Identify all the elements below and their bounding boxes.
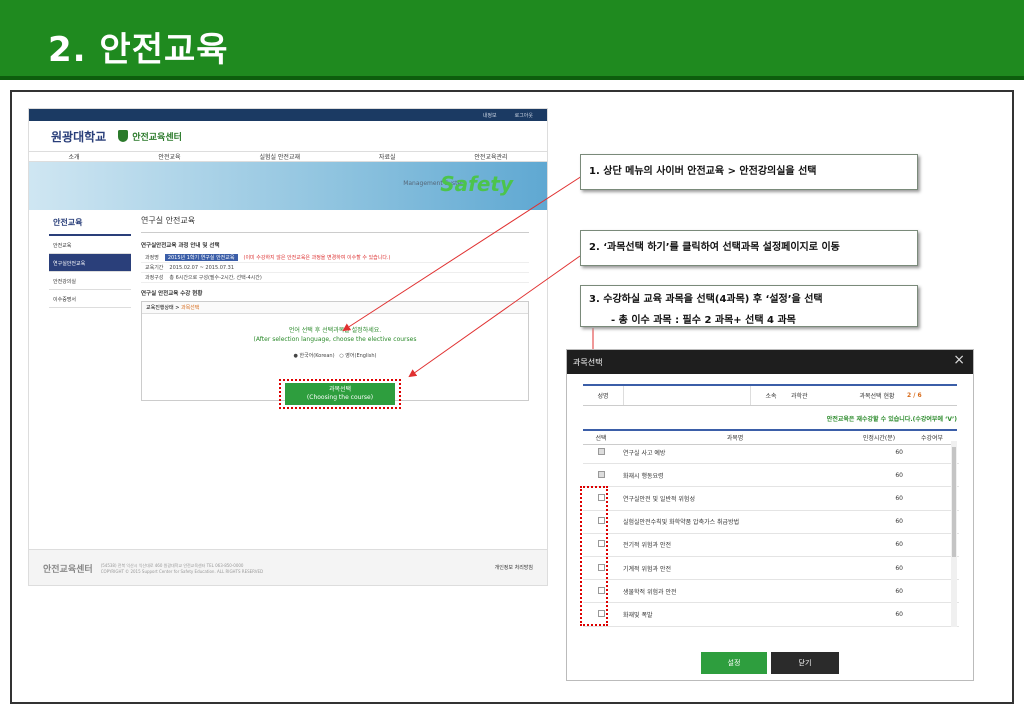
course-time: 60 [895,518,903,526]
course-table-body: 연구실 사고 예방 60 화재시 행동요령 60 연구실안전 및 일반적 위험성… [583,441,959,627]
modal-title: 과목선택 [573,358,603,367]
checkbox[interactable] [597,447,605,455]
course-name: 연구실 사고 예방 [623,449,666,457]
course-time: 60 [895,448,903,456]
callout-step2: 2. ‘과목선택 하기’를 클릭하여 선택과목 설정페이지로 이동 [580,230,918,266]
org-label: 소속 [765,393,777,400]
callout-step3-text: 3. 수강하실 교육 과목을 선택(4과목) 후 ‘설정’을 선택 [589,294,823,305]
org-value: 과학관 [791,393,808,400]
course-name: 전기적 위험과 안전 [623,542,671,550]
table-row: 생물학적 위험과 안전 60 [583,580,959,604]
modal-header: 과목선택 × [567,350,973,374]
course-name: 화재시 행동요령 [623,472,664,480]
callout-step1-text: 1. 상단 메뉴의 사이버 안전교육 > 안전강의실을 선택 [589,166,817,177]
table-row: 전기적 위험과 안전 60 [583,534,959,557]
course-time: 60 [895,564,903,572]
scrollbar-thumb[interactable] [952,447,956,557]
course-select-modal: 과목선택 × 성명 소속 과학관 과목선택 현황 2 / 6 안전교육은 재수강… [566,349,974,681]
table-row: 기계적 위험과 안전 60 [583,557,959,581]
course-name: 기계적 위험과 안전 [623,565,671,573]
course-time: 60 [895,471,903,479]
course-time: 60 [895,494,903,502]
table-row: 실험실안전수칙및 화학약품 압축가스 취급방법 60 [583,511,959,534]
table-row: 연구실 사고 예방 60 [583,441,959,465]
name-label: 성명 [597,393,609,400]
name-value [623,386,751,405]
table-row: 화재및 폭발 60 [583,603,959,627]
table-row: 화재시 행동요령 60 [583,464,959,488]
table-row: 연구실안전 및 일반적 위험성 60 [583,487,959,511]
course-name: 실험실안전수칙및 화학약품 압축가스 취급방법 [623,519,740,527]
callout-step3-subtext: - 총 이수 과목 : 필수 2 과목+ 선택 4 과목 [611,315,796,326]
course-time: 60 [895,541,903,549]
close-button[interactable]: 닫기 [771,652,839,674]
close-icon[interactable]: × [953,352,965,368]
course-time: 60 [895,587,903,595]
arrow-step2 [408,255,581,378]
modal-note: 안전교육은 재수강할 수 있습니다.(수강여부에 ‘V’) [826,416,957,423]
callout-step3: 3. 수강하실 교육 과목을 선택(4과목) 후 ‘설정’을 선택 - 총 이수… [580,285,918,327]
course-time: 60 [895,610,903,618]
callout-step2-text: 2. ‘과목선택 하기’를 클릭하여 선택과목 설정페이지로 이동 [589,242,840,253]
callout-step1: 1. 상단 메뉴의 사이버 안전교육 > 안전강의실을 선택 [580,154,918,190]
checkbox-column-highlight [580,486,608,626]
set-button[interactable]: 설정 [701,652,767,674]
scrollbar[interactable] [951,441,957,627]
selection-status-value: 2 / 6 [907,392,922,399]
course-name: 연구실안전 및 일반적 위험성 [623,495,695,503]
modal-info-row: 성명 소속 과학관 과목선택 현황 2 / 6 [583,384,957,406]
course-name: 생물학적 위험과 안전 [623,588,677,596]
selection-status-label: 과목선택 현황 [859,393,895,400]
course-name: 화재및 폭발 [623,611,653,619]
checkbox[interactable] [597,470,605,478]
modal-buttons: 설정 닫기 [701,652,839,674]
arrow-step1 [342,175,583,332]
